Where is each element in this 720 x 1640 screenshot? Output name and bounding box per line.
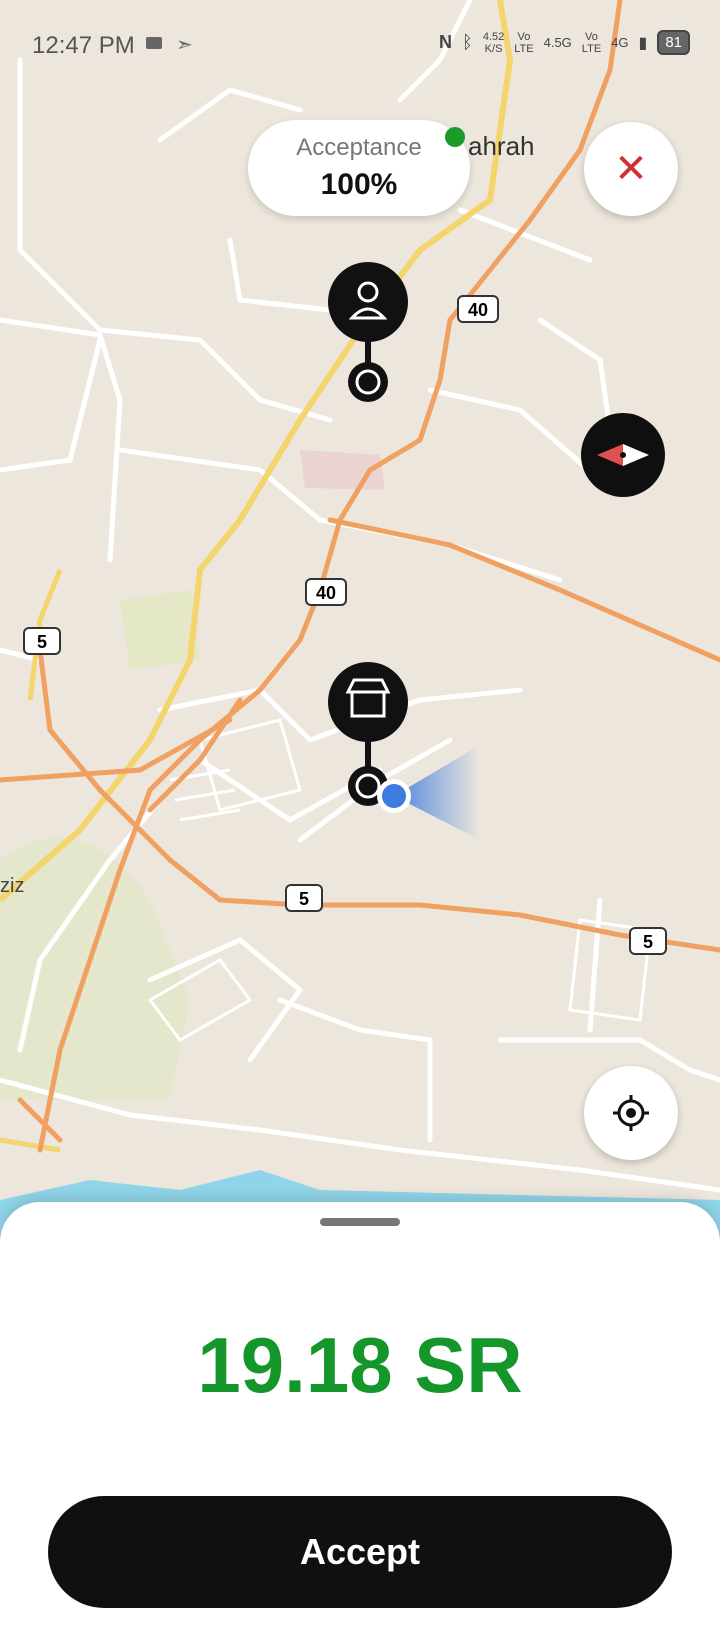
signal-icon: ▮ <box>638 34 648 52</box>
offer-bottom-sheet: 19.18 SR Accept <box>0 1202 720 1640</box>
close-icon: ✕ <box>614 147 648 191</box>
road-shield-5: 5 <box>299 889 309 909</box>
compass-button[interactable] <box>581 413 665 497</box>
online-status-dot <box>445 127 465 147</box>
status-bar: 12:47 PM ➣ N ᛒ 4.52 K/S Vo LTE 4.5G Vo LTE … <box>0 0 720 90</box>
acceptance-value: 100% <box>320 168 398 201</box>
close-button[interactable]: ✕ <box>584 122 678 216</box>
acceptance-rate-pill: Acceptance 100% <box>248 120 470 216</box>
sim2-volte-top: Vo <box>585 30 598 43</box>
status-time: 12:47 PM <box>32 32 135 59</box>
nfc-icon: N <box>439 32 453 52</box>
net-speed-value: 4.52 <box>482 30 505 43</box>
navigation-arrow-icon: ➣ <box>176 34 193 56</box>
sim2-network-type: 4G <box>611 35 629 50</box>
compass-icon <box>597 444 649 466</box>
accept-button[interactable]: Accept <box>48 1496 672 1608</box>
battery-indicator: 81 <box>657 30 690 55</box>
net-speed-unit: K/S <box>484 42 503 55</box>
acceptance-label: Acceptance <box>296 134 422 161</box>
road-shield-5: 5 <box>37 632 47 652</box>
place-label: ziz <box>0 875 24 897</box>
sim1-volte-bottom: LTE <box>514 42 534 55</box>
bluetooth-icon: ᛒ <box>462 32 473 52</box>
recenter-location-button[interactable] <box>584 1066 678 1160</box>
sim1-volte-top: Vo <box>517 30 531 43</box>
offer-price: 19.18 SR <box>197 1321 523 1409</box>
road-shield-40: 40 <box>316 583 336 603</box>
sim2-volte-bottom: LTE <box>581 42 602 55</box>
sheet-drag-handle[interactable] <box>320 1218 400 1226</box>
video-icon <box>146 37 162 49</box>
sim1-network-type: 4.5G <box>543 35 572 50</box>
road-shield-40: 40 <box>468 300 488 320</box>
road-shield-5: 5 <box>643 932 653 952</box>
place-label: ahrah <box>468 131 535 161</box>
crosshair-icon <box>613 1095 649 1131</box>
